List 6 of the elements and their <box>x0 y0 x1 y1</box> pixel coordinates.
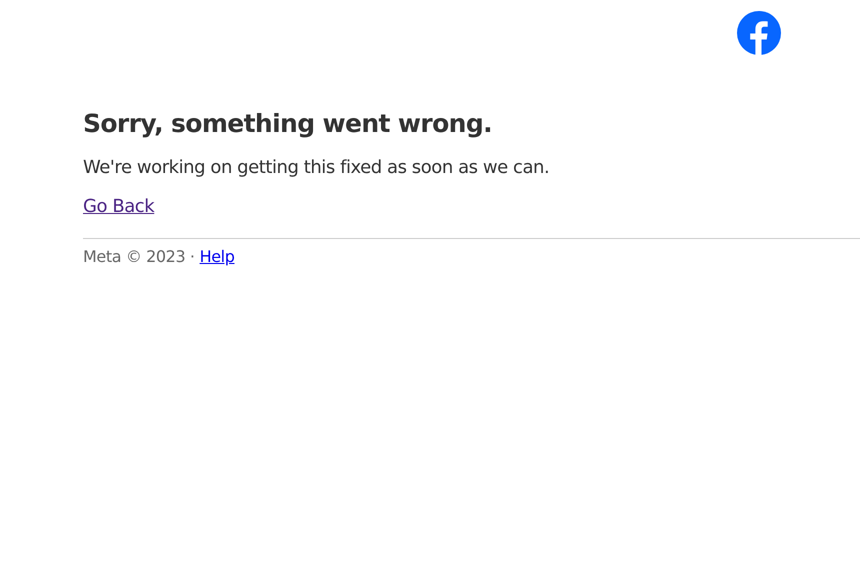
error-heading: Sorry, something went wrong. <box>83 109 493 139</box>
error-message: We're working on getting this fixed as soon as we can. <box>83 157 550 179</box>
go-back-link[interactable]: Go Back <box>83 196 154 217</box>
logo-icon <box>737 11 781 55</box>
help-link[interactable]: Help <box>200 247 234 267</box>
footer-text: Meta © 2023 · <box>83 247 195 267</box>
